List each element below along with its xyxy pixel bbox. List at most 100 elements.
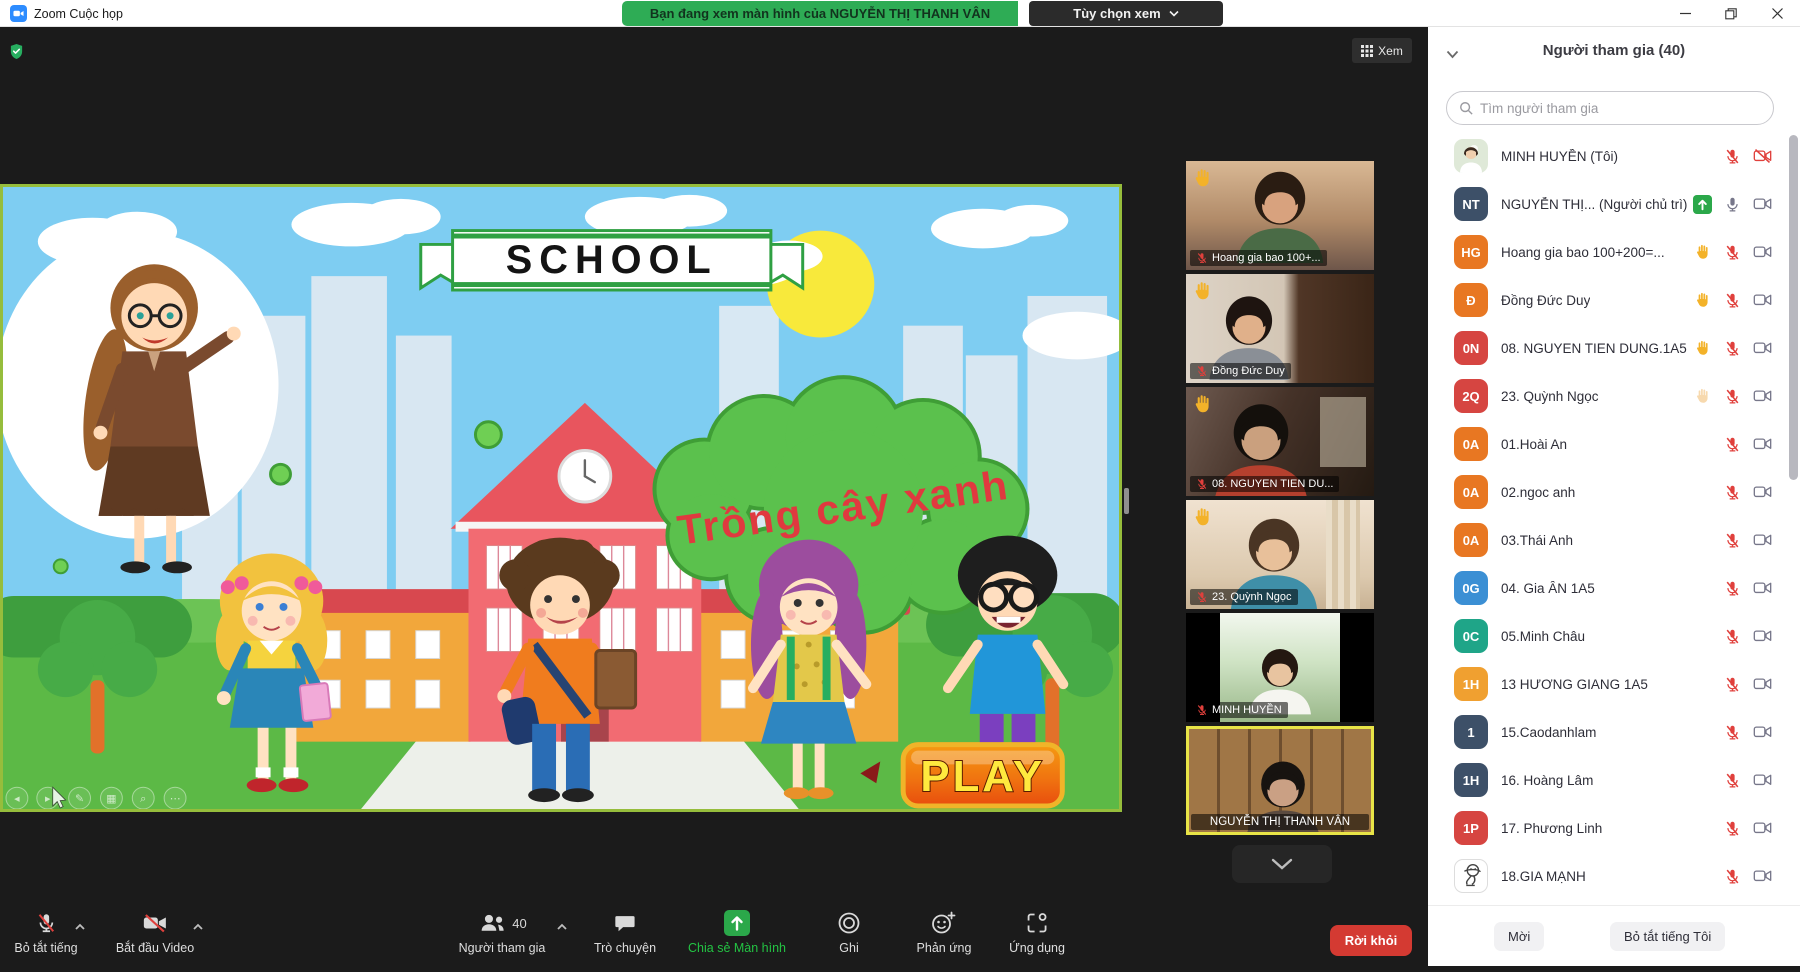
participant-row[interactable]: 0G04. Gia ÂN 1A5 <box>1428 564 1786 612</box>
camera-icon <box>1753 580 1772 596</box>
participant-status-icons <box>1724 532 1772 549</box>
video-thumbnail[interactable]: Hoang gia bao 100+... <box>1186 161 1374 270</box>
security-shield-icon[interactable] <box>9 43 24 65</box>
raised-hand-icon <box>1192 393 1214 415</box>
participants-count: 40 <box>512 916 526 931</box>
slide-scrollbar-handle[interactable] <box>1124 488 1129 514</box>
video-thumbnail[interactable]: NGUYỄN THỊ THANH VÂN <box>1186 726 1374 835</box>
mic-muted-icon <box>1724 580 1741 597</box>
zoom-app-icon <box>10 5 27 22</box>
thumbnail-name-label: 08. NGUYEN TIEN DU... <box>1190 476 1339 492</box>
participant-row[interactable]: 1P17. Phương Linh <box>1428 804 1786 852</box>
svg-text:⋯: ⋯ <box>170 793 181 805</box>
close-button[interactable] <box>1754 0 1800 27</box>
view-mode-button[interactable]: Xem <box>1352 38 1412 63</box>
svg-text:▦: ▦ <box>106 793 116 805</box>
video-thumbnail[interactable]: 23. Quỳnh Ngọc <box>1186 500 1374 609</box>
video-thumbnails-strip: Hoang gia bao 100+... Đồng Đức Duy 08. N… <box>1186 161 1374 839</box>
mic-muted-icon <box>1724 724 1741 741</box>
search-input[interactable] <box>1480 101 1761 116</box>
avatar: 0G <box>1454 571 1488 605</box>
participant-status-icons <box>1724 580 1772 597</box>
chat-button[interactable]: Trò chuyện <box>594 908 656 955</box>
participant-name: 16. Hoàng Lâm <box>1501 773 1593 788</box>
avatar: 0C <box>1454 619 1488 653</box>
mic-muted-icon <box>1724 676 1741 693</box>
record-button[interactable]: Ghi <box>837 908 861 955</box>
restore-button[interactable] <box>1708 0 1754 27</box>
meeting-toolbar: Bỏ tắt tiếng Bắt đầu Video 40 Người tham… <box>0 898 1428 972</box>
svg-text:✎: ✎ <box>75 793 84 805</box>
avatar: NT <box>1454 187 1488 221</box>
participant-row[interactable]: 18.GIA MẠNH <box>1428 852 1786 900</box>
mute-button[interactable]: Bỏ tắt tiếng <box>14 908 77 955</box>
participant-status-icons <box>1693 195 1772 214</box>
participant-row[interactable]: 0C 05.Minh Châu <box>1428 612 1786 660</box>
participant-name: 15.Caodanhlam <box>1501 725 1596 740</box>
avatar: HG <box>1454 235 1488 269</box>
participant-row[interactable]: ĐĐồng Đức Duy <box>1428 276 1786 324</box>
leave-meeting-button[interactable]: Rời khỏi <box>1330 925 1412 956</box>
participant-row[interactable]: 1H13 HƯƠNG GIANG 1A5 <box>1428 660 1786 708</box>
participant-row[interactable]: HG Hoang gia bao 100+200=... <box>1428 228 1786 276</box>
participant-row[interactable]: 0A02.ngoc anh <box>1428 468 1786 516</box>
participant-name: 01.Hoài An <box>1501 437 1567 452</box>
thumbnail-name-label: Hoang gia bao 100+... <box>1190 250 1327 266</box>
share-screen-button[interactable]: Chia sẻ Màn hình <box>688 908 786 955</box>
thumbnails-collapse-button[interactable] <box>1232 845 1332 883</box>
camera-icon <box>1753 244 1772 260</box>
svg-text:▸: ▸ <box>45 793 51 805</box>
reactions-button[interactable]: Phản ứng <box>917 908 972 955</box>
participant-status-icons <box>1724 628 1772 645</box>
video-thumbnail[interactable]: Đồng Đức Duy <box>1186 274 1374 383</box>
participant-status-icons <box>1724 724 1772 741</box>
participants-options-caret[interactable] <box>556 918 568 936</box>
apps-icon <box>1009 908 1065 938</box>
mic-muted-icon <box>1724 388 1741 405</box>
participants-list: MINH HUYỀN (Tôi) NTNGUYỄN THỊ... (Người c… <box>1428 132 1786 900</box>
participant-row[interactable]: 0N08. NGUYEN TIEN DUNG.1A5 <box>1428 324 1786 372</box>
avatar: 0A <box>1454 427 1488 461</box>
person-silhouette <box>1220 167 1340 263</box>
window-title: Zoom Cuộc họp <box>34 7 123 21</box>
participant-name: 05.Minh Châu <box>1501 629 1585 644</box>
participant-row[interactable]: MINH HUYỀN (Tôi) <box>1428 132 1786 180</box>
invite-button[interactable]: Mời <box>1494 922 1544 951</box>
camera-icon <box>1753 532 1772 548</box>
participant-row[interactable]: 0A 01.Hoài An <box>1428 420 1786 468</box>
video-thumbnail[interactable]: MINH HUYỀN <box>1186 613 1374 722</box>
participant-row[interactable]: 0A03.Thái Anh <box>1428 516 1786 564</box>
participant-status-icons <box>1694 291 1772 309</box>
participant-row[interactable]: 1H16. Hoàng Lâm <box>1428 756 1786 804</box>
video-off-icon <box>116 908 194 938</box>
avatar: 1P <box>1454 811 1488 845</box>
avatar: Đ <box>1454 283 1488 317</box>
minimize-button[interactable] <box>1662 0 1708 27</box>
svg-text:SCHOOL: SCHOOL <box>506 238 718 282</box>
panel-footer: Mời Bỏ tắt tiếng Tôi <box>1428 905 1800 966</box>
camera-icon <box>1753 772 1772 788</box>
participant-row[interactable]: 2Q23. Quỳnh Ngọc <box>1428 372 1786 420</box>
thumbnail-name-label: MINH HUYỀN <box>1190 702 1288 718</box>
video-thumbnail[interactable]: 08. NGUYEN TIEN DU... <box>1186 387 1374 496</box>
participants-button[interactable]: 40 Người tham gia <box>459 908 546 955</box>
svg-text:⌕: ⌕ <box>140 793 146 805</box>
panel-scrollbar-thumb[interactable] <box>1789 135 1798 480</box>
chevron-down-icon <box>1271 858 1293 870</box>
participant-row[interactable]: 115.Caodanhlam <box>1428 708 1786 756</box>
start-video-button[interactable]: Bắt đầu Video <box>116 908 194 955</box>
camera-icon <box>1753 484 1772 500</box>
mic-muted-icon <box>1724 628 1741 645</box>
participant-name: 02.ngoc anh <box>1501 485 1575 500</box>
view-options-button[interactable]: Tùy chọn xem <box>1029 1 1223 26</box>
participant-name: MINH HUYỀN (Tôi) <box>1501 149 1618 164</box>
participant-name: 08. NGUYEN TIEN DUNG.1A5 <box>1501 341 1687 356</box>
mute-options-caret[interactable] <box>74 918 86 936</box>
apps-button[interactable]: Ứng dụng <box>1009 908 1065 955</box>
unmute-me-button[interactable]: Bỏ tắt tiếng Tôi <box>1610 922 1725 951</box>
participant-row[interactable]: NTNGUYỄN THỊ... (Người chủ trì) <box>1428 180 1786 228</box>
window-bottom-edge <box>1428 966 1800 972</box>
search-box <box>1446 91 1774 125</box>
video-options-caret[interactable] <box>192 918 204 936</box>
participant-name: Hoang gia bao 100+200=... <box>1501 245 1665 260</box>
